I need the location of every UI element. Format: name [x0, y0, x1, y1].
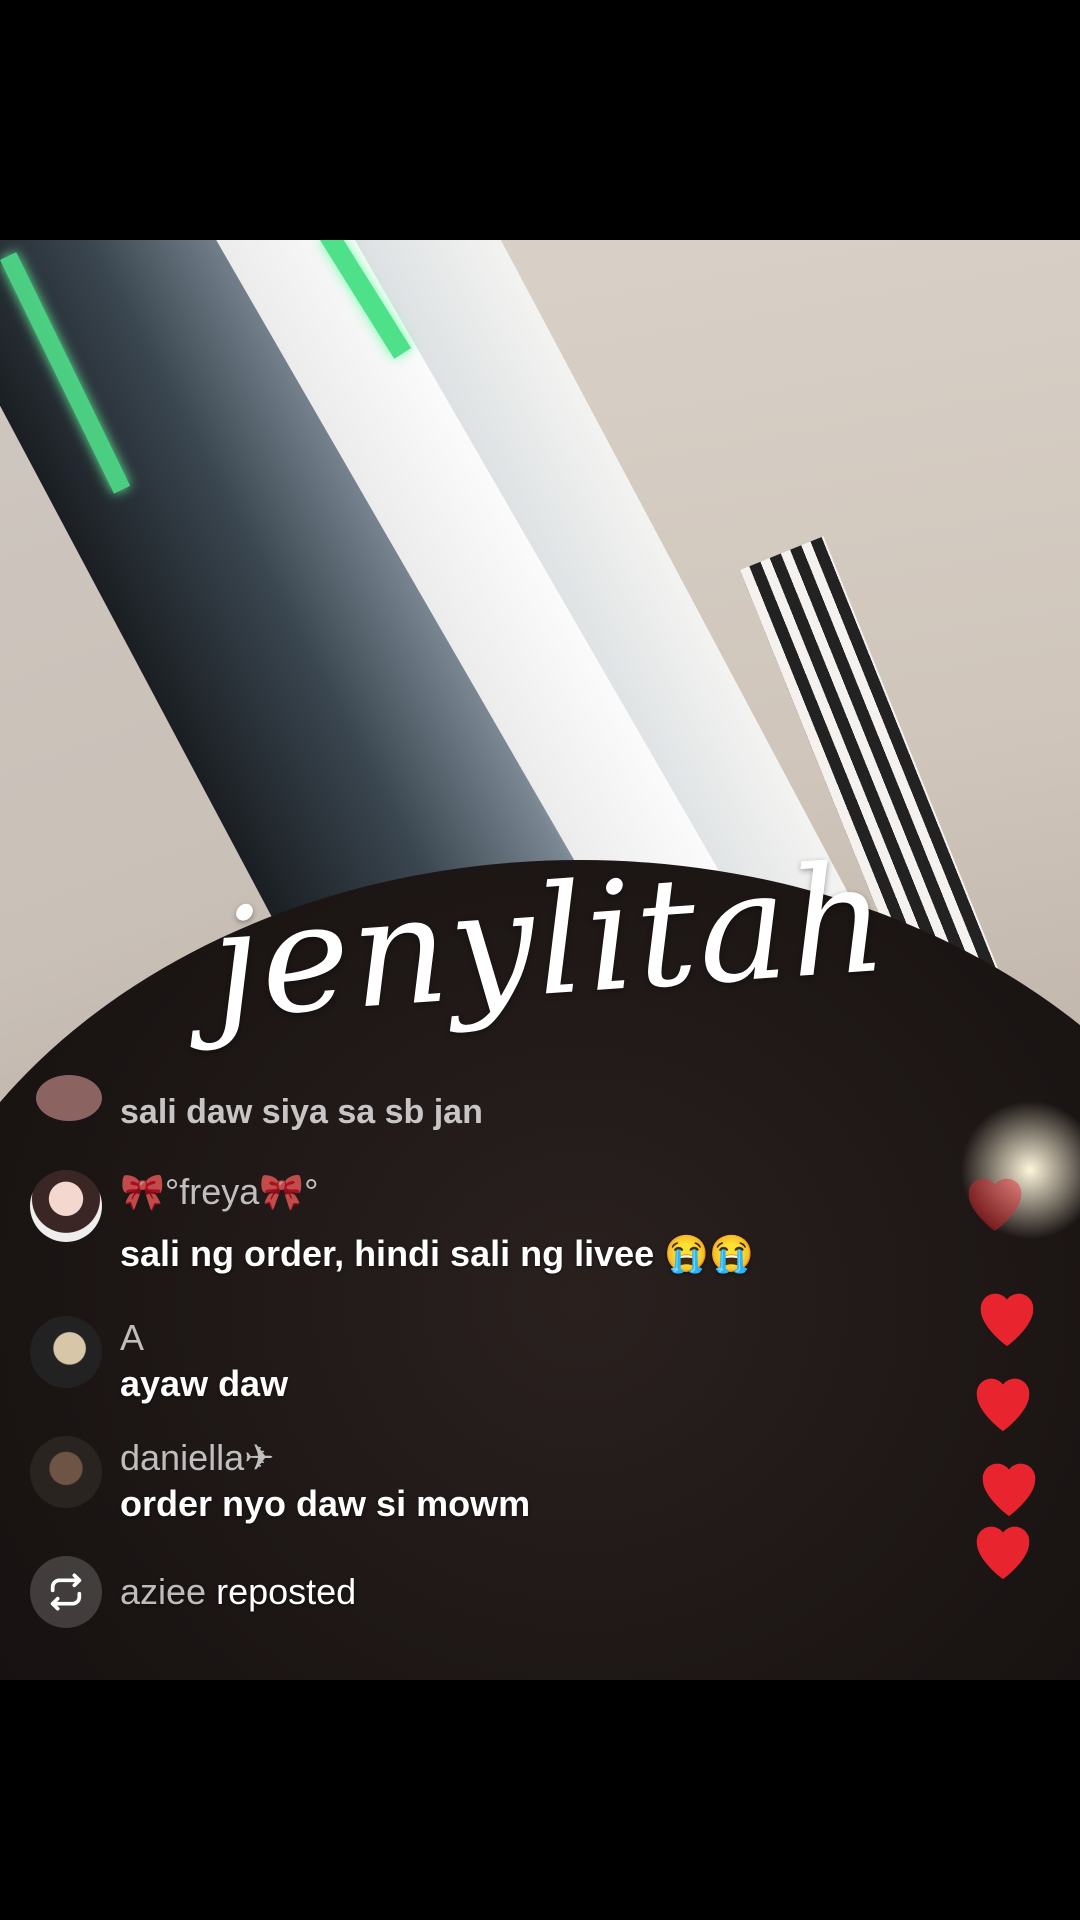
- heart-icon: [980, 1293, 1034, 1347]
- comment-text: sali ng order, hindi sali ng livee 😭😭: [120, 1233, 754, 1274]
- repost-text: aziee reposted: [120, 1556, 356, 1628]
- heart-icon: [976, 1378, 1030, 1432]
- avatar[interactable]: [30, 1316, 102, 1388]
- comment-freya[interactable]: 🎀°freya🎀° sali ng order, hindi sali ng l…: [30, 1170, 754, 1278]
- comment-body: daniella✈ order nyo daw si mowm: [120, 1436, 530, 1528]
- faded-avatar: [36, 1075, 102, 1121]
- avatar[interactable]: [30, 1170, 102, 1242]
- repost-user[interactable]: aziee: [120, 1571, 206, 1612]
- faded-comment: sali daw siya sa sb jan: [120, 1093, 483, 1131]
- heart-icon: [982, 1463, 1036, 1517]
- comment-a[interactable]: A ayaw daw: [30, 1316, 288, 1408]
- comment-body: A ayaw daw: [120, 1316, 288, 1408]
- comment-body: 🎀°freya🎀° sali ng order, hindi sali ng l…: [120, 1170, 754, 1278]
- repost-icon: [30, 1556, 102, 1628]
- comment-text: ayaw daw: [120, 1363, 289, 1404]
- comment-daniella[interactable]: daniella✈ order nyo daw si mowm: [30, 1436, 530, 1528]
- username[interactable]: daniella✈: [120, 1436, 530, 1480]
- comment-text: order nyo daw si mowm: [120, 1483, 531, 1524]
- username[interactable]: 🎀°freya🎀°: [120, 1170, 754, 1214]
- heart-icon: [968, 1178, 1022, 1232]
- username[interactable]: A: [120, 1316, 288, 1360]
- avatar[interactable]: [30, 1436, 102, 1508]
- repost-action: reposted: [216, 1571, 357, 1612]
- repost-notice: aziee reposted: [30, 1556, 356, 1628]
- heart-icon: [976, 1526, 1030, 1580]
